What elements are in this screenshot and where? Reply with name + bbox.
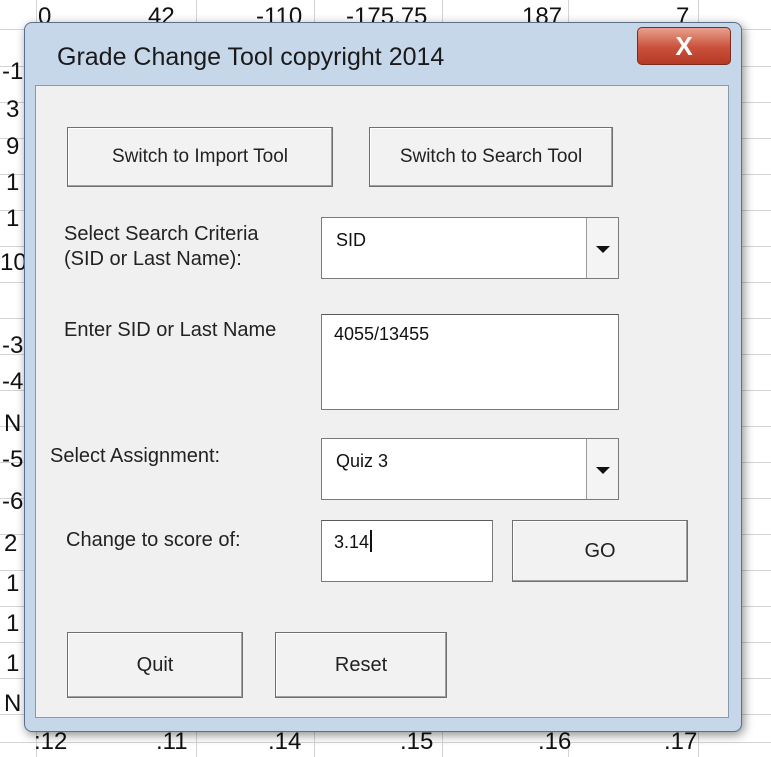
window-title: Grade Change Tool copyright 2014 xyxy=(57,43,445,71)
sheet-cell: -6 xyxy=(2,488,24,515)
sheet-cell: :12 xyxy=(34,728,68,755)
sheet-cell: 3 xyxy=(6,96,20,123)
title-bar[interactable]: Grade Change Tool copyright 2014 X xyxy=(25,23,741,85)
search-criteria-value: SID xyxy=(336,230,367,250)
close-button[interactable]: X xyxy=(637,27,731,65)
sheet-cell: .14 xyxy=(268,728,302,755)
sheet-cell: -1 xyxy=(2,58,24,85)
close-icon: X xyxy=(675,31,693,61)
go-label: GO xyxy=(584,539,616,562)
quit-button[interactable]: Quit xyxy=(67,632,243,698)
reset-button[interactable]: Reset xyxy=(275,632,447,698)
sheet-cell: 9 xyxy=(6,133,20,160)
sheet-cell: N xyxy=(4,410,22,437)
dialog-body: Switch to Import Tool Switch to Search T… xyxy=(35,85,729,718)
assignment-value: Quiz 3 xyxy=(336,451,389,471)
text-caret xyxy=(370,530,373,552)
sheet-cell: 1 xyxy=(6,570,20,597)
sheet-cell: .17 xyxy=(664,728,698,755)
sheet-cell: 10 xyxy=(0,249,27,276)
assignment-select[interactable]: Quiz 3 xyxy=(321,438,619,500)
sheet-cell: 1 xyxy=(6,169,20,196)
switch-to-search-label: Switch to Search Tool xyxy=(399,146,583,167)
sheet-cell: .11 xyxy=(156,728,188,755)
quit-label: Quit xyxy=(136,653,174,676)
sheet-cell: -5 xyxy=(2,446,24,473)
switch-to-import-label: Switch to Import Tool xyxy=(111,146,288,167)
score-label: Change to score of: xyxy=(66,529,241,551)
score-input[interactable]: 3.14 xyxy=(321,520,493,582)
sid-label: Enter SID or Last Name xyxy=(64,319,277,341)
switch-to-import-button[interactable]: Switch to Import Tool xyxy=(67,127,333,187)
assignment-label: Select Assignment: xyxy=(50,445,221,467)
go-button[interactable]: GO xyxy=(512,520,688,582)
sheet-cell: 1 xyxy=(6,610,20,637)
grid-line xyxy=(0,742,771,743)
sid-input[interactable]: 4055/13455 xyxy=(321,314,619,410)
reset-label: Reset xyxy=(334,653,388,676)
sheet-cell: 2 xyxy=(4,530,18,557)
search-criteria-select[interactable]: SID xyxy=(321,217,619,279)
chevron-down-icon xyxy=(596,467,610,474)
sheet-cell: N xyxy=(4,690,22,717)
grade-change-dialog: Grade Change Tool copyright 2014 X Switc… xyxy=(24,22,742,732)
sheet-cell: .16 xyxy=(538,728,572,755)
sheet-cell: -3 xyxy=(2,332,24,359)
chevron-down-icon xyxy=(596,246,610,253)
assignment-dropdown-button[interactable] xyxy=(586,439,618,499)
switch-to-search-button[interactable]: Switch to Search Tool xyxy=(369,127,613,187)
search-criteria-dropdown-button[interactable] xyxy=(586,218,618,278)
sheet-cell: .15 xyxy=(400,728,434,755)
score-value: 3.14 xyxy=(334,532,370,552)
sheet-cell: -4 xyxy=(2,368,24,395)
search-criteria-label: Select Search Criteria (SID or Last Name… xyxy=(64,223,259,270)
sheet-cell: 1 xyxy=(6,205,20,232)
sheet-cell: 1 xyxy=(6,650,20,677)
